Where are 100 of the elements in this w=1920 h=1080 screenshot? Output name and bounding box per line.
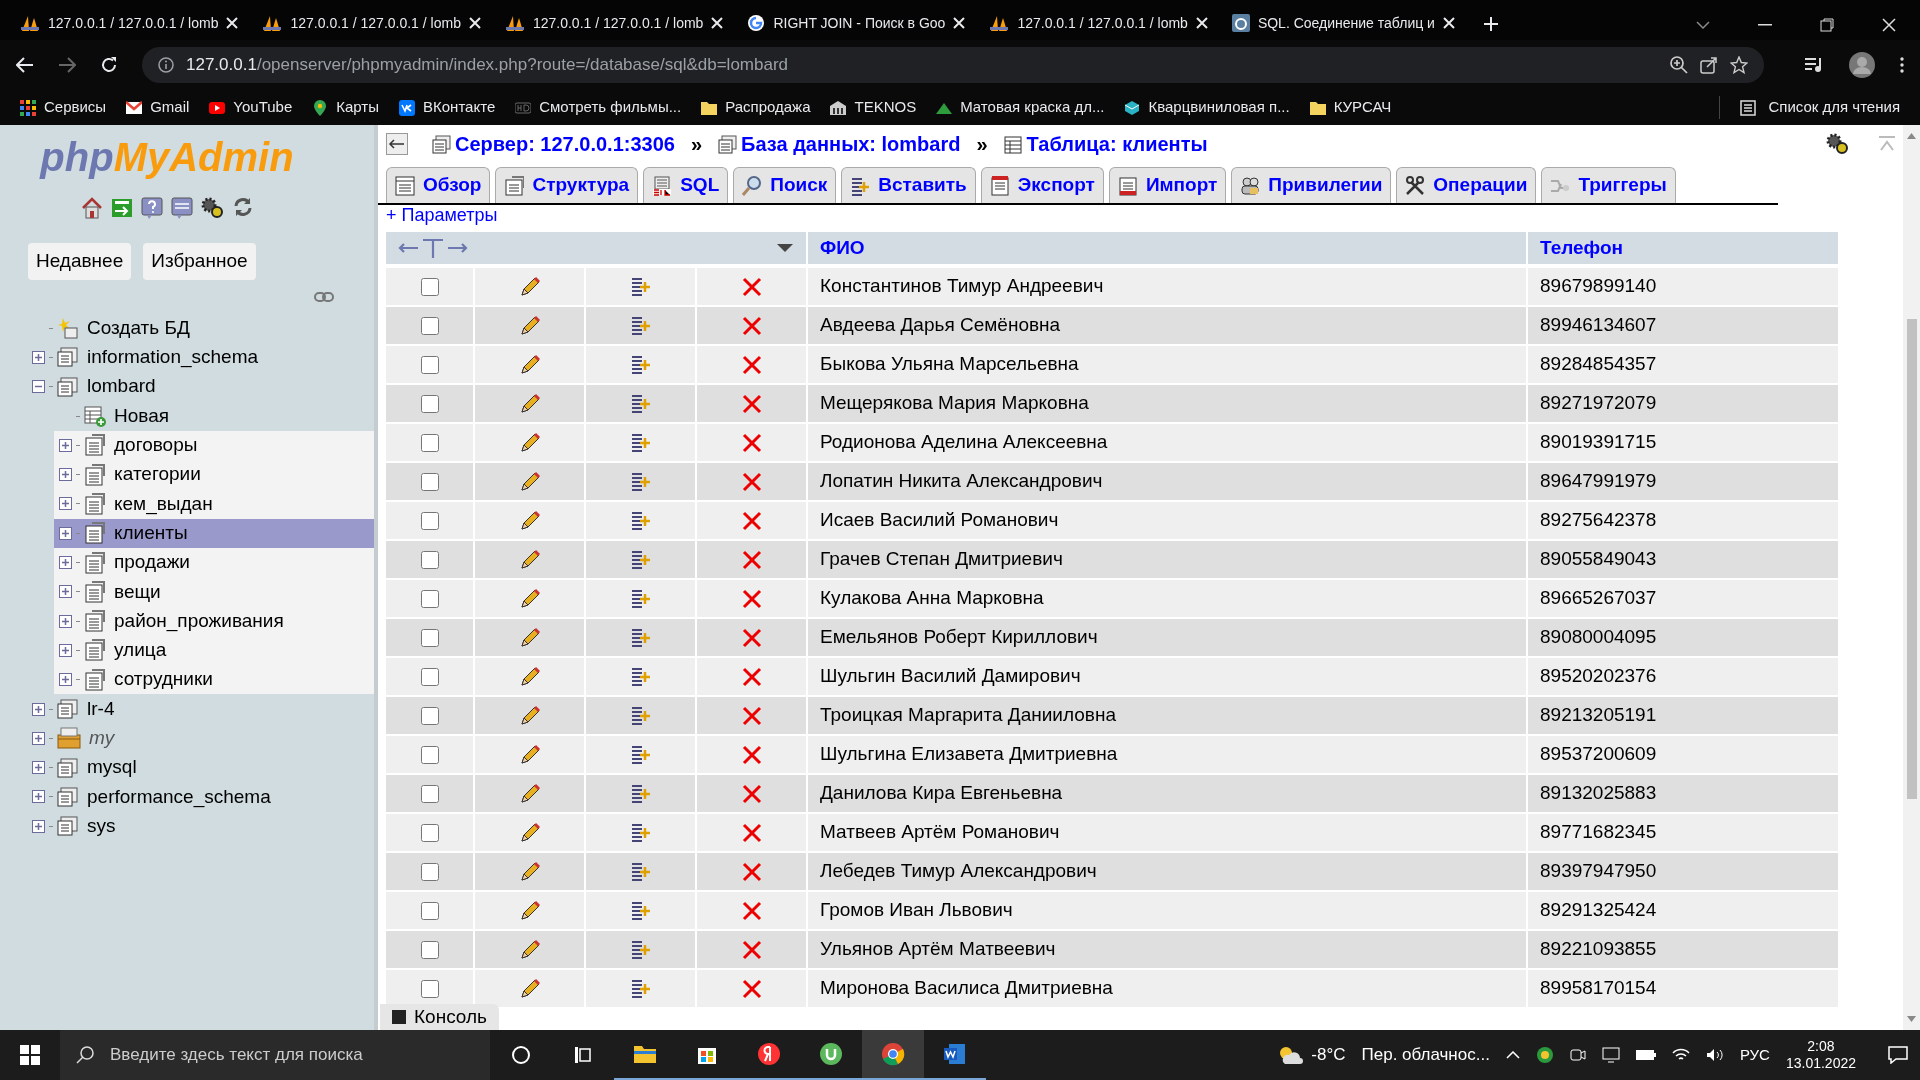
copy-row-icon[interactable]: [629, 743, 652, 766]
collapse-icon[interactable]: [32, 380, 45, 394]
copy-row-icon[interactable]: [629, 977, 652, 1000]
expand-icon[interactable]: [59, 438, 72, 452]
windows-icon[interactable]: [20, 1045, 40, 1065]
forward-icon[interactable]: [58, 57, 76, 73]
delete-icon[interactable]: [741, 900, 762, 921]
help-icon[interactable]: [141, 197, 163, 219]
delete-icon[interactable]: [741, 510, 762, 531]
close-icon[interactable]: [1882, 18, 1896, 32]
reading-list-button[interactable]: Список для чтения: [1719, 96, 1900, 119]
copy-row-icon[interactable]: [629, 938, 652, 961]
delete-icon[interactable]: [741, 978, 762, 999]
bookmark[interactable]: Кварцвиниловая п...: [1124, 96, 1290, 119]
tab[interactable]: Привилегии: [1231, 167, 1392, 203]
row-checkbox[interactable]: [420, 433, 439, 452]
expand-icon[interactable]: [32, 350, 45, 364]
scroll-up-icon[interactable]: [1907, 133, 1916, 139]
expand-icon[interactable]: [32, 731, 45, 745]
app-tray-icon[interactable]: [1535, 1046, 1554, 1064]
tab[interactable]: SQL: [643, 167, 729, 203]
column-header[interactable]: Телефон: [1528, 232, 1838, 264]
column-header[interactable]: ФИО: [808, 232, 1528, 264]
settings-icon[interactable]: [201, 197, 225, 219]
restore-icon[interactable]: [1820, 18, 1834, 32]
dropdown-icon[interactable]: [776, 243, 794, 253]
copy-row-icon[interactable]: [629, 899, 652, 922]
search-bar[interactable]: Введите здесь текст для поиска: [60, 1030, 490, 1080]
tree-item[interactable]: Создать БД: [0, 313, 374, 343]
tab[interactable]: Триггеры: [1541, 167, 1676, 203]
expand-icon[interactable]: [59, 643, 72, 657]
speaker-icon[interactable]: [1705, 1048, 1724, 1062]
tree-item[interactable]: улица: [54, 635, 374, 666]
browser-tab[interactable]: SQL. Соединение таблиц и: [1219, 6, 1467, 40]
pencil-icon[interactable]: [518, 977, 541, 1000]
browser-tab[interactable]: 127.0.0.1 / 127.0.0.1 / lomb: [8, 6, 251, 40]
pencil-icon[interactable]: [518, 860, 541, 883]
tree-item[interactable]: договоры: [54, 430, 374, 460]
console-button[interactable]: Консоль: [380, 1004, 499, 1030]
breadcrumb-link[interactable]: Сервер: 127.0.0.1:3306: [432, 129, 675, 159]
close-icon[interactable]: [953, 17, 966, 29]
meet-icon[interactable]: [1569, 1047, 1586, 1063]
delete-icon[interactable]: [741, 705, 762, 726]
pencil-icon[interactable]: [518, 431, 541, 454]
copy-row-icon[interactable]: [629, 392, 652, 415]
row-checkbox[interactable]: [420, 823, 439, 842]
star-icon[interactable]: [1730, 56, 1748, 74]
bookmark[interactable]: КУРСАЧ: [1309, 96, 1392, 119]
chevron-up-icon[interactable]: [1505, 1051, 1520, 1059]
tree-item[interactable]: information_schema: [0, 342, 374, 373]
expand-icon[interactable]: [32, 761, 45, 775]
row-checkbox[interactable]: [420, 784, 439, 803]
delete-icon[interactable]: [741, 354, 762, 375]
close-icon[interactable]: [226, 17, 239, 29]
expand-icon[interactable]: [59, 556, 72, 569]
clock[interactable]: 2:08 13.01.2022: [1785, 1037, 1856, 1073]
delete-icon[interactable]: [741, 744, 762, 765]
tree-item[interactable]: вещи: [54, 577, 374, 607]
copy-row-icon[interactable]: [629, 860, 652, 883]
tab[interactable]: Вставить: [841, 167, 976, 203]
tree-item[interactable]: sys: [0, 811, 374, 841]
copy-row-icon[interactable]: [629, 470, 652, 493]
breadcrumb-link[interactable]: Таблица: клиенты: [1003, 129, 1208, 159]
delete-icon[interactable]: [741, 393, 762, 414]
plus-icon[interactable]: [1482, 16, 1499, 32]
bookmark[interactable]: Сервисы: [20, 96, 107, 119]
pencil-icon[interactable]: [518, 548, 541, 571]
scroll-down-icon[interactable]: [1907, 1016, 1916, 1022]
copy-row-icon[interactable]: [629, 665, 652, 688]
expand-icon[interactable]: [59, 468, 72, 482]
tab[interactable]: Структура: [495, 167, 639, 203]
sql-doc-icon[interactable]: [171, 197, 193, 219]
expand-icon[interactable]: [32, 702, 45, 716]
copy-row-icon[interactable]: [629, 587, 652, 610]
pencil-icon[interactable]: [518, 470, 541, 493]
copy-row-icon[interactable]: [629, 431, 652, 454]
pencil-icon[interactable]: [518, 275, 541, 298]
pencil-icon[interactable]: [518, 899, 541, 922]
expand-icon[interactable]: [32, 790, 45, 804]
copy-row-icon[interactable]: [629, 626, 652, 649]
back-icon[interactable]: [16, 57, 34, 73]
pencil-icon[interactable]: [518, 938, 541, 961]
delete-icon[interactable]: [741, 276, 762, 297]
expand-icon[interactable]: [59, 614, 72, 628]
display-icon[interactable]: [1601, 1047, 1620, 1063]
browser-tab[interactable]: 127.0.0.1 / 127.0.0.1 / lomb: [250, 6, 493, 40]
caret-icon[interactable]: [1696, 21, 1710, 29]
pencil-icon[interactable]: [518, 392, 541, 415]
row-checkbox[interactable]: [420, 355, 439, 374]
column-arrows-icon[interactable]: [398, 237, 468, 259]
battery-icon[interactable]: [1635, 1050, 1656, 1060]
options-link[interactable]: + Параметры: [386, 206, 498, 224]
bookmark[interactable]: Смотреть фильмы...: [515, 96, 682, 119]
delete-icon[interactable]: [741, 549, 762, 570]
link-icon[interactable]: [314, 291, 334, 302]
row-checkbox[interactable]: [420, 394, 439, 413]
tree-item[interactable]: сотрудники: [54, 665, 374, 695]
avatar-icon[interactable]: [1848, 51, 1876, 79]
pencil-icon[interactable]: [518, 353, 541, 376]
tree-item[interactable]: продажи: [54, 547, 374, 578]
